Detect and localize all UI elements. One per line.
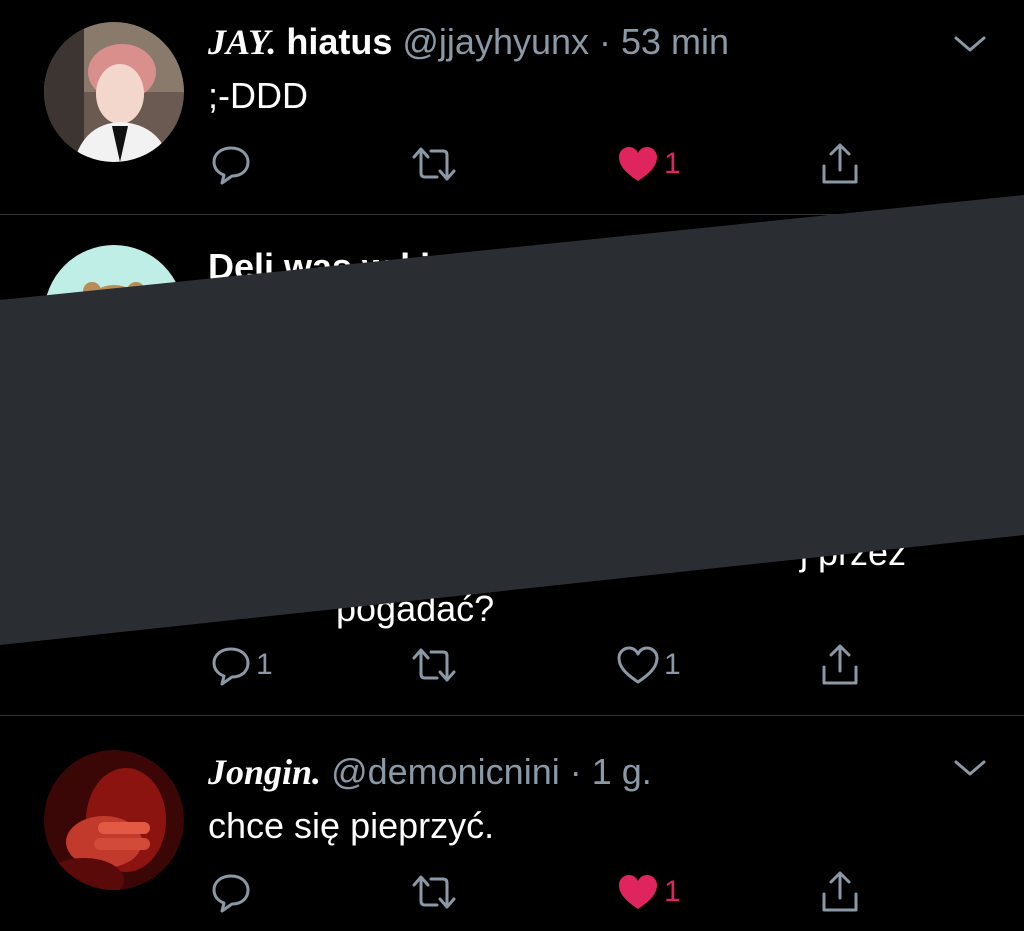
tweet-text: chce się pieprzyć. [208, 805, 495, 846]
tweet-header: JAY. hiatus @jjayhyunx · 53 min [208, 21, 729, 63]
like-count: 1 [664, 648, 681, 681]
tweet-actions: 1 1 [210, 643, 870, 687]
share-button[interactable] [818, 142, 862, 186]
reply-icon [212, 874, 250, 913]
tweet-2[interactable]: Deli was w ki j przez pogadać? 1 1 [0, 215, 1024, 715]
share-button[interactable] [818, 643, 862, 687]
display-name[interactable]: Deli was w ki [208, 246, 430, 287]
tweet-3[interactable]: Jongin. @demonicnini · 1 g. chce się pie… [0, 716, 1024, 931]
avatar[interactable] [44, 22, 184, 162]
like-count: 1 [664, 147, 681, 180]
handle[interactable]: @demonicnini [331, 751, 560, 792]
tweet-text: ;-DDD [208, 75, 308, 116]
like-icon [619, 147, 657, 181]
reply-icon [212, 146, 250, 185]
like-icon [619, 875, 657, 909]
timestamp[interactable]: 1 g. [592, 751, 652, 792]
share-icon [822, 871, 858, 912]
display-name[interactable]: JAY. [208, 22, 276, 62]
display-name[interactable]: Jongin. [208, 752, 321, 792]
share-icon [822, 644, 858, 685]
like-button[interactable]: 1 [616, 643, 681, 687]
retweet-icon [412, 147, 456, 181]
reply-button[interactable]: 1 [210, 643, 273, 687]
separator: · [589, 21, 622, 62]
retweet-icon [412, 875, 456, 909]
like-icon [617, 646, 659, 684]
reply-button[interactable] [210, 142, 256, 186]
chevron-down-icon[interactable] [952, 756, 988, 780]
tweet-text-line-1: j przez [800, 532, 907, 573]
display-name-suffix[interactable]: hiatus [276, 21, 392, 62]
avatar[interactable] [44, 750, 184, 890]
share-icon [822, 143, 858, 184]
retweet-button[interactable] [410, 870, 458, 914]
retweet-button[interactable] [410, 643, 458, 687]
tweet-header: Deli was w ki [208, 247, 430, 287]
like-button[interactable]: 1 [616, 870, 681, 914]
tweet-actions: 1 [210, 142, 870, 186]
tweet-header: Jongin. @demonicnini · 1 g. [208, 751, 652, 793]
reply-icon [212, 647, 250, 686]
retweet-button[interactable] [410, 142, 458, 186]
like-count: 1 [664, 875, 681, 908]
tweet-text-line-2: pogadać? [336, 588, 495, 629]
handle[interactable]: @jjayhyunx [402, 21, 589, 62]
timestamp[interactable]: 53 min [621, 21, 729, 62]
reply-count: 1 [256, 648, 273, 681]
reply-button[interactable] [210, 870, 256, 914]
retweet-icon [412, 648, 456, 682]
separator: · [559, 751, 592, 792]
like-button[interactable]: 1 [616, 142, 681, 186]
tweet-1[interactable]: JAY. hiatus @jjayhyunx · 53 min ;-DDD 1 [0, 0, 1024, 214]
avatar[interactable] [44, 245, 184, 385]
share-button[interactable] [818, 870, 862, 914]
tweet-actions: 1 [210, 870, 870, 914]
chevron-down-icon[interactable] [952, 32, 988, 56]
